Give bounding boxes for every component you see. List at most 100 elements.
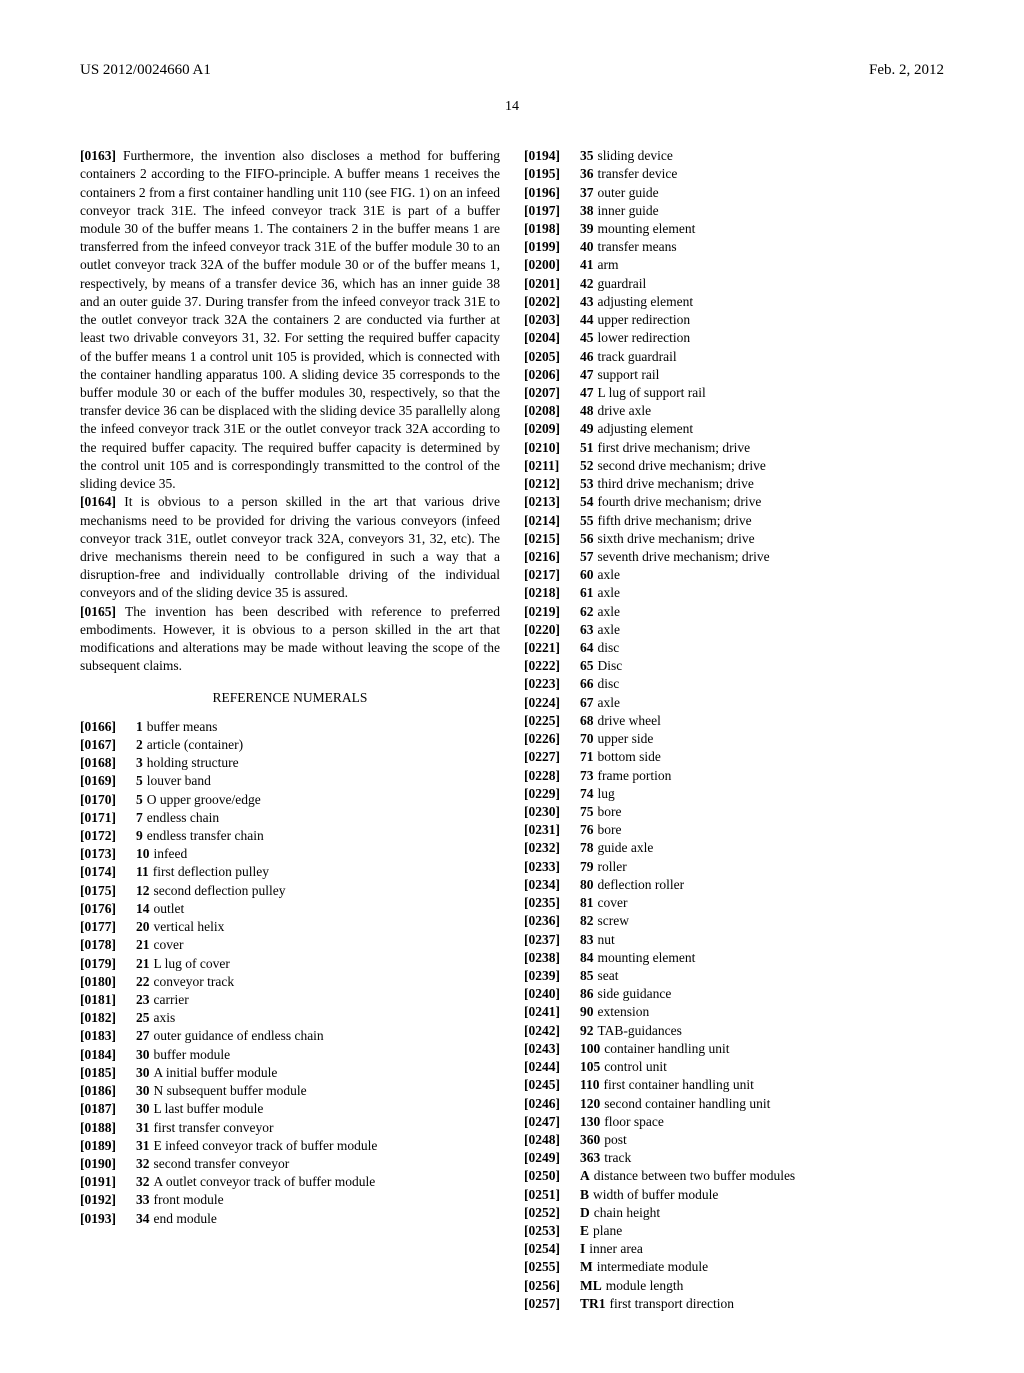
reference-body: 70upper side [580,730,653,748]
reference-body: 45lower redirection [580,329,690,347]
para-num: [0164] [80,494,116,509]
reference-pnum: [0169] [80,772,136,790]
reference-key: 9 [136,828,143,843]
reference-text: L last buffer module [154,1101,264,1116]
para-num: [0163] [80,148,116,163]
reference-body: 11first deflection pulley [136,863,269,881]
paragraph-0164: [0164] It is obvious to a person skilled… [80,493,500,602]
reference-text: intermediate module [597,1259,708,1274]
reference-key: 7 [136,810,143,825]
reference-body: 52second drive mechanism; drive [580,457,766,475]
reference-text: frame portion [598,768,672,783]
reference-text: outlet [154,901,185,916]
reference-key: 32 [136,1174,150,1189]
reference-line: [0182]25axis [80,1009,500,1027]
reference-pnum: [0236] [524,912,580,930]
reference-line: [0233]79roller [524,858,944,876]
reference-key: 360 [580,1132,600,1147]
reference-body: 9 endless transfer chain [136,827,264,845]
reference-body: 32A outlet conveyor track of buffer modu… [136,1173,375,1191]
reference-text: infeed [154,846,188,861]
reference-key: 76 [580,822,594,837]
reference-body: 30N subsequent buffer module [136,1082,307,1100]
reference-line: [0227]71bottom side [524,748,944,766]
reference-text: second drive mechanism; drive [598,458,766,473]
reference-text: endless transfer chain [147,828,264,843]
reference-text: drive wheel [598,713,661,728]
reference-key: 20 [136,919,150,934]
reference-key: 62 [580,604,594,619]
reference-body: 130floor space [580,1113,664,1131]
reference-text: guide axle [598,840,654,855]
reference-line: [0191]32A outlet conveyor track of buffe… [80,1173,500,1191]
reference-body: 31E infeed conveyor track of buffer modu… [136,1137,377,1155]
reference-line: [0187]30L last buffer module [80,1100,500,1118]
reference-pnum: [0225] [524,712,580,730]
reference-text: L lug of cover [154,956,230,971]
reference-text: TAB-guidances [598,1023,682,1038]
reference-pnum: [0185] [80,1064,136,1082]
reference-body: 5louver band [136,772,211,790]
reference-line: [0167]2article (container) [80,736,500,754]
reference-body: 36transfer device [580,165,677,183]
reference-body: 86side guidance [580,985,671,1003]
reference-key: 5 [136,792,143,807]
reference-key: 79 [580,859,594,874]
reference-text: lower redirection [598,330,691,345]
reference-body: 21L lug of cover [136,955,230,973]
reference-line: [0192]33front module [80,1191,500,1209]
reference-text: seat [598,968,619,983]
reference-line: [0222]65Disc [524,657,944,675]
reference-text: control unit [604,1059,667,1074]
reference-body: 5O upper groove/edge [136,791,261,809]
reference-key: 73 [580,768,594,783]
reference-key: 110 [580,1077,600,1092]
reference-key: 30 [136,1065,150,1080]
reference-line: [0257]TR1first transport direction [524,1295,944,1313]
reference-key: 42 [580,276,594,291]
reference-body: 7endless chain [136,809,219,827]
reference-pnum: [0246] [524,1095,580,1113]
reference-key: 30 [136,1083,150,1098]
reference-text: bore [598,822,622,837]
reference-line: [0168]3holding structure [80,754,500,772]
reference-body: 73 frame portion [580,767,671,785]
reference-pnum: [0201] [524,275,580,293]
reference-pnum: [0217] [524,566,580,584]
reference-pnum: [0254] [524,1240,580,1258]
reference-body: 43adjusting element [580,293,693,311]
reference-text: first container handling unit [604,1077,754,1092]
reference-text: first transport direction [610,1296,734,1311]
reference-pnum: [0167] [80,736,136,754]
reference-key: B [580,1187,589,1202]
reference-text: lug [598,786,615,801]
para-text: The invention has been described with re… [80,604,500,674]
reference-pnum: [0192] [80,1191,136,1209]
paragraph-0165: [0165] The invention has been described … [80,603,500,676]
reference-text: article (container) [147,737,243,752]
reference-text: louver band [147,773,211,788]
reference-pnum: [0203] [524,311,580,329]
reference-key: 51 [580,440,594,455]
reference-body: 34end module [136,1210,217,1228]
reference-text: adjusting element [598,421,694,436]
reference-line: [0198]39mounting element [524,220,944,238]
reference-body: Iinner area [580,1240,643,1258]
reference-body: 31first transfer conveyor [136,1119,273,1137]
reference-text: plane [593,1223,622,1238]
reference-body: 39mounting element [580,220,695,238]
reference-body: 48drive axle [580,402,651,420]
reference-text: nut [598,932,615,947]
reference-body: 82screw [580,912,629,930]
para-text: It is obvious to a person skilled in the… [80,494,500,600]
reference-line: [0204]45lower redirection [524,329,944,347]
reference-key: 71 [580,749,594,764]
reference-pnum: [0253] [524,1222,580,1240]
reference-body: 56sixth drive mechanism; drive [580,530,755,548]
reference-body: 20vertical helix [136,918,224,936]
reference-pnum: [0240] [524,985,580,1003]
reference-line: [0246]120second container handling unit [524,1095,944,1113]
reference-key: 40 [580,239,594,254]
reference-line: [0169]5louver band [80,772,500,790]
reference-text: carrier [154,992,189,1007]
